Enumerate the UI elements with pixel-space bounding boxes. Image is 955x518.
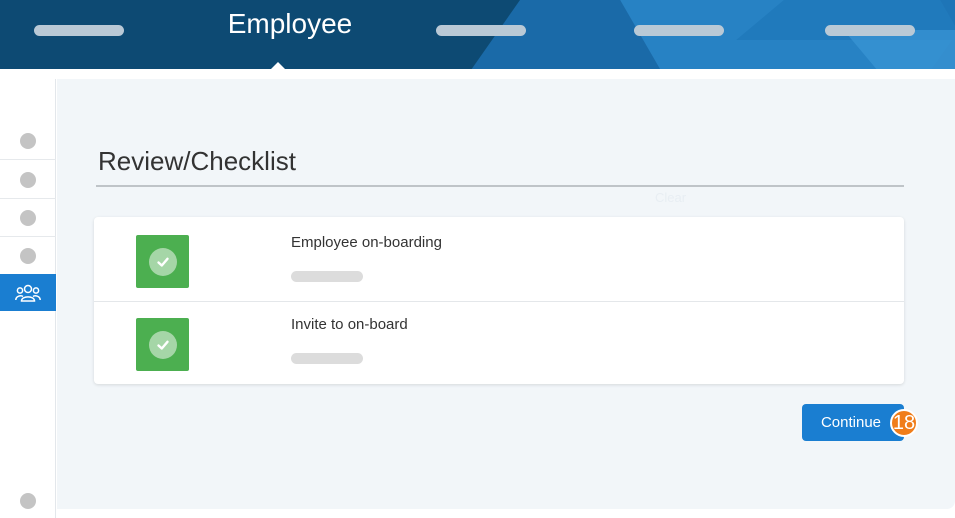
title-divider <box>96 185 904 187</box>
sidebar-item[interactable] <box>0 199 56 237</box>
step-badge: 18 <box>890 409 918 437</box>
circle-icon <box>20 209 36 226</box>
top-banner: Employee <box>0 0 955 69</box>
checklist-card: Employee on-boarding Invite to on-board <box>94 217 904 384</box>
active-tab-indicator <box>270 62 286 70</box>
placeholder-bar <box>291 271 363 282</box>
check-icon <box>148 330 177 359</box>
sidebar-item-employees[interactable] <box>0 274 56 311</box>
sidebar-item[interactable] <box>0 237 56 275</box>
circle-icon <box>20 171 36 188</box>
continue-button[interactable]: Continue <box>802 404 904 441</box>
sidebar-item[interactable] <box>0 122 56 160</box>
placeholder-bar <box>291 353 363 364</box>
status-complete <box>136 235 189 288</box>
nav-tab-placeholder[interactable] <box>34 25 124 36</box>
sidebar-item[interactable] <box>0 161 56 199</box>
checklist-item-label: Employee on-boarding <box>291 234 442 251</box>
faint-label: Clear <box>655 190 687 205</box>
circle-icon <box>20 247 36 264</box>
sidebar <box>0 79 56 518</box>
nav-tab-placeholder[interactable] <box>436 25 526 36</box>
nav-tab-employee[interactable]: Employee <box>200 8 380 40</box>
checklist-row[interactable]: Employee on-boarding <box>94 217 904 302</box>
checklist-row[interactable]: Invite to on-board <box>94 303 904 384</box>
nav-tab-placeholder[interactable] <box>825 25 915 36</box>
checklist-item-label: Invite to on-board <box>291 316 408 333</box>
status-complete <box>136 318 189 371</box>
nav-tab-placeholder[interactable] <box>634 25 724 36</box>
circle-icon <box>20 132 36 149</box>
page-title: Review/Checklist <box>98 146 296 176</box>
check-icon <box>148 247 177 276</box>
people-icon <box>15 284 41 302</box>
circle-icon[interactable] <box>20 493 36 509</box>
